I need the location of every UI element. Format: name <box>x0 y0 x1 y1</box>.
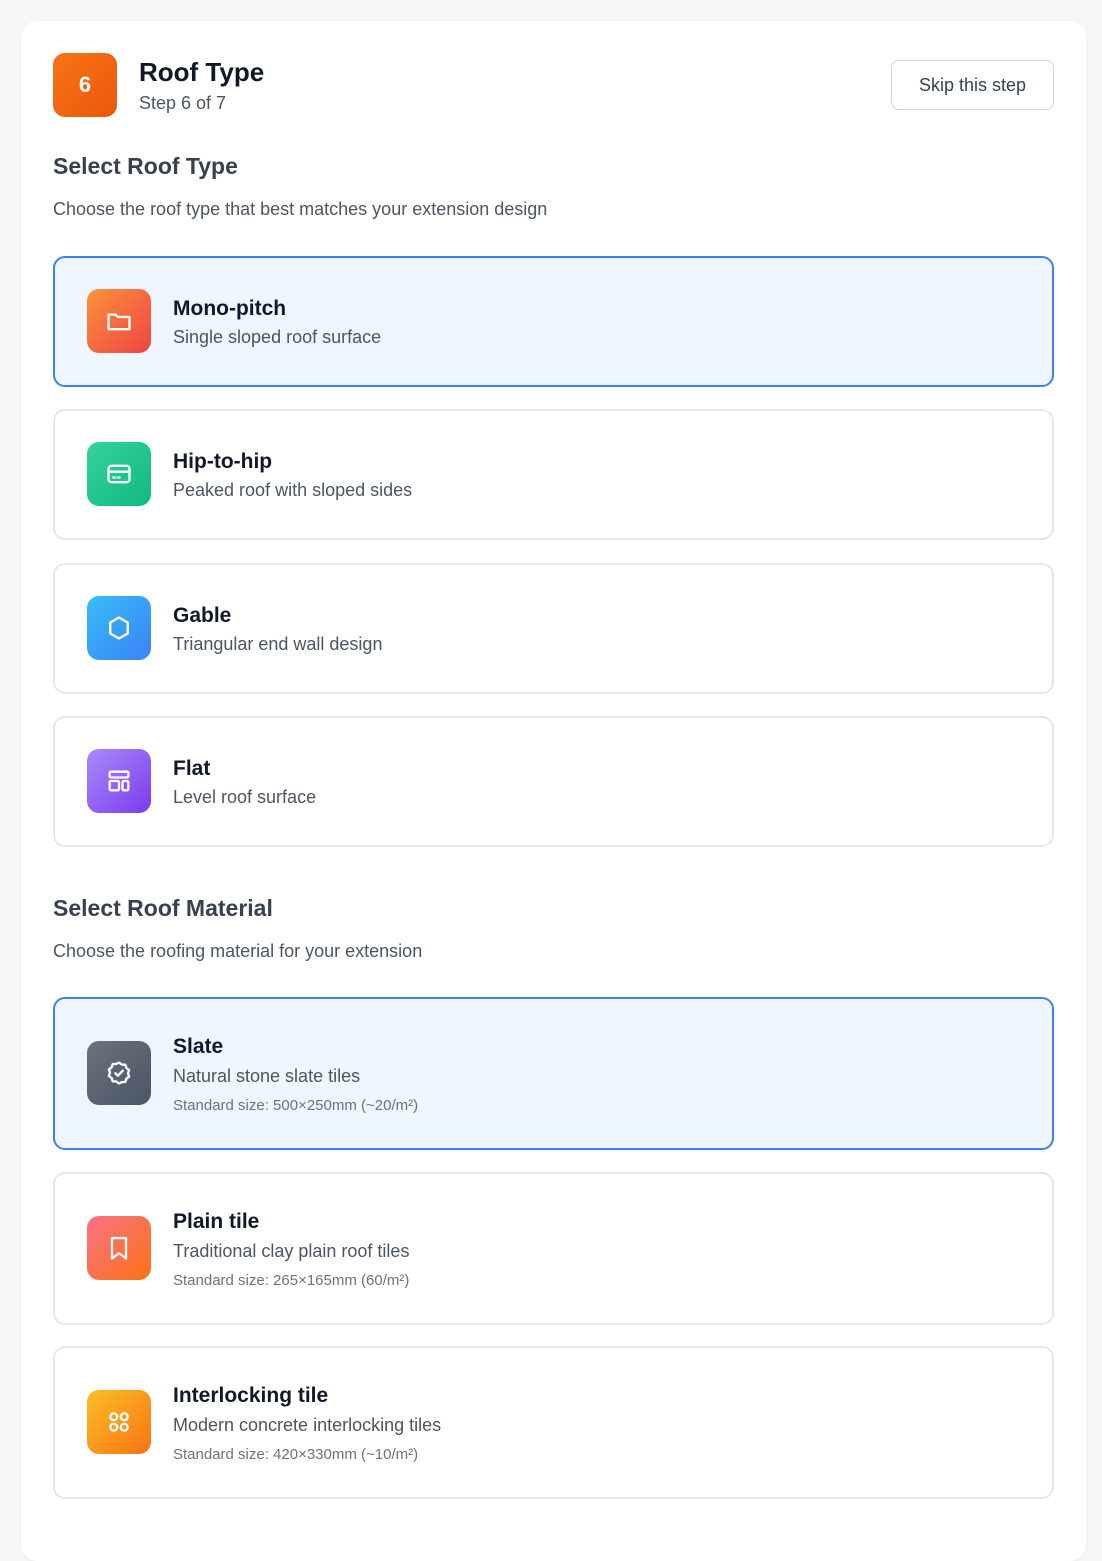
roof-option-flat[interactable]: Flat Level roof surface <box>53 716 1054 847</box>
option-description: Natural stone slate tiles <box>173 1066 361 1086</box>
roof-type-heading: Select Roof Type <box>53 153 238 179</box>
option-name: Plain tile <box>173 1210 260 1233</box>
option-description: Traditional clay plain roof tiles <box>173 1241 410 1261</box>
option-name: Hip-to-hip <box>173 450 273 473</box>
option-standard-size: Standard size: 500×250mm (~20/m²) <box>173 1097 419 1114</box>
hexagon-icon <box>87 596 151 660</box>
option-name: Gable <box>173 604 232 627</box>
roof-option-hip-to-hip[interactable]: Hip-to-hip Peaked roof with sloped sides <box>53 409 1054 540</box>
roof-material-heading: Select Roof Material <box>53 895 273 921</box>
card-icon <box>87 442 151 506</box>
option-standard-size: Standard size: 265×165mm (60/m²) <box>173 1272 410 1289</box>
option-description: Triangular end wall design <box>173 634 383 654</box>
roof-option-gable[interactable]: Gable Triangular end wall design <box>53 563 1054 694</box>
option-name: Flat <box>173 757 211 780</box>
material-option-plain-tile[interactable]: Plain tile Traditional clay plain roof t… <box>53 1172 1054 1325</box>
layout-icon <box>87 749 151 813</box>
badge-check-icon <box>87 1041 151 1105</box>
step-number-badge: 6 <box>53 53 117 117</box>
option-description: Peaked roof with sloped sides <box>173 480 413 500</box>
roof-material-description: Choose the roofing material for your ext… <box>53 941 423 961</box>
page-title: Roof Type <box>139 57 265 87</box>
step-header: 6 Roof Type Step 6 of 7 Skip this step <box>53 53 1054 117</box>
option-description: Level roof surface <box>173 787 317 807</box>
roof-option-mono-pitch[interactable]: Mono-pitch Single sloped roof surface <box>53 256 1054 387</box>
option-description: Modern concrete interlocking tiles <box>173 1415 442 1435</box>
grid-icon <box>87 1390 151 1454</box>
roof-type-description: Choose the roof type that best matches y… <box>53 199 548 219</box>
material-option-slate[interactable]: Slate Natural stone slate tiles Standard… <box>53 997 1054 1150</box>
option-standard-size: Standard size: 420×330mm (~10/m²) <box>173 1446 419 1463</box>
material-option-interlocking-tile[interactable]: Interlocking tile Modern concrete interl… <box>53 1346 1054 1499</box>
option-name: Slate <box>173 1035 224 1058</box>
option-name: Mono-pitch <box>173 297 287 320</box>
step-progress-text: Step 6 of 7 <box>139 93 227 113</box>
option-description: Single sloped roof surface <box>173 327 382 347</box>
folder-icon <box>87 289 151 353</box>
option-name: Interlocking tile <box>173 1384 329 1407</box>
roof-type-card: 6 Roof Type Step 6 of 7 Skip this step S… <box>21 21 1086 1561</box>
skip-step-button[interactable]: Skip this step <box>891 60 1054 110</box>
bookmark-icon <box>87 1216 151 1280</box>
